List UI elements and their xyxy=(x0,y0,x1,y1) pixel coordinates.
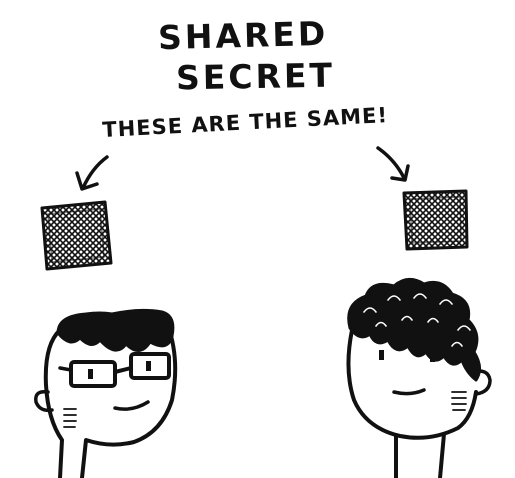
scribbled-square-secret-icon xyxy=(402,189,469,251)
curved-arrow-down-right-icon xyxy=(376,146,410,182)
person-with-curly-hair-icon xyxy=(346,278,492,478)
person-with-glasses-icon xyxy=(34,308,178,478)
scribbled-square-secret-icon xyxy=(40,200,113,271)
comic-panel: SHARED SECRET THESE ARE THE SAME! xyxy=(0,0,515,478)
comic-artwork xyxy=(34,146,492,478)
curved-arrow-down-left-icon xyxy=(75,155,109,191)
